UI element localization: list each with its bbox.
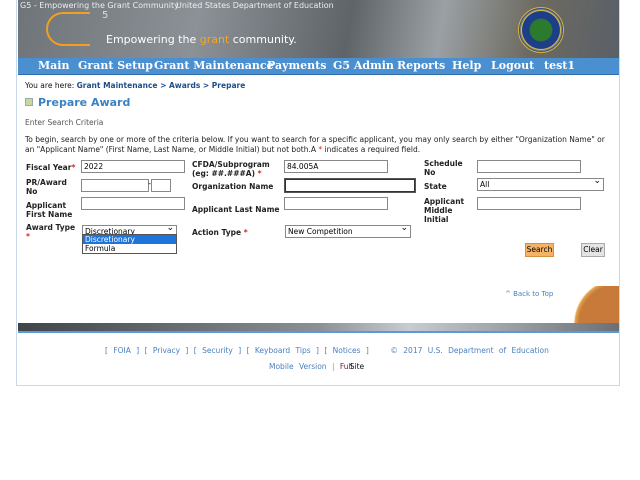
state-label: State [424,182,447,191]
mobile-version-link[interactable]: Mobile Version [269,362,327,371]
footer-link-foia[interactable]: FOIA [113,346,131,355]
nav-help[interactable]: Help [452,59,481,72]
fiscal-year-label: Fiscal Year* [26,163,75,172]
ed-logo-alt: United States Department of Education [176,1,334,10]
pr-award-label-2: No [26,187,38,196]
footer-link-security[interactable]: Security [202,346,233,355]
pr-award-suffix-input[interactable] [151,179,171,192]
nav-logout[interactable]: Logout [491,59,534,72]
g5-logo[interactable] [46,12,90,46]
middle-initial-input[interactable] [477,197,581,210]
cfda-label: CFDA/Subprogram (eg: ##.###A) * [192,160,270,178]
cfda-label-1: CFDA/Subprogram [192,160,270,169]
schedule-no-input[interactable] [477,160,581,173]
classroom-chairs-image [549,286,619,324]
footer-link-privacy[interactable]: Privacy [153,346,180,355]
footer-separator: | [331,362,335,371]
page-container: G5 - Empowering the Grant Community Unit… [16,0,620,386]
org-name-label: Organization Name [192,182,274,191]
tagline-accent: grant [199,33,230,46]
department-seal-icon[interactable] [518,7,564,53]
intro-a: To begin, search by one or more of the c… [25,135,605,154]
pr-award-input[interactable] [81,179,149,192]
section-title: Enter Search Criteria [25,118,104,127]
state-value: All [480,180,490,189]
intro-text: To begin, search by one or more of the c… [25,135,615,155]
first-name-label: Applicant First Name [26,201,72,219]
fiscal-year-input[interactable]: 2022 [81,160,185,173]
tagline-pre: Empowering the [106,33,200,46]
schedule-no-label-1: Schedule [424,159,463,168]
middle-initial-label-2: Middle [424,206,453,215]
required-star: * [71,163,76,172]
award-type-dropdown: Discretionary Formula [82,234,177,254]
award-type-option[interactable]: Discretionary [83,235,176,244]
nav-g5-admin[interactable]: G5 Admin [333,59,394,72]
required-star: * [243,228,248,237]
schedule-no-label: Schedule No [424,159,463,177]
breadcrumb: You are here: Grant Maintenance > Awards… [25,81,245,90]
nav-reports[interactable]: Reports [397,59,445,72]
last-name-input[interactable] [284,197,388,210]
footer-version: Mobile Version | FullSite [269,362,364,371]
nav-grant-maintenance[interactable]: Grant Maintenance [154,59,274,72]
footer-links: [ FOIA ] [ Privacy ] [ Security ] [ Keyb… [105,346,549,355]
cfda-input[interactable]: 84.005A [284,160,388,173]
cfda-label-2: (eg: ##.###A) [192,169,255,178]
main-nav: Main Grant Setup Grant Maintenance Payme… [18,58,619,75]
footer-link-notices[interactable]: Notices [333,346,361,355]
middle-initial-label: Applicant Middle Initial [424,197,464,224]
first-name-label-1: Applicant [26,201,67,210]
nav-grant-setup[interactable]: Grant Setup [78,59,153,72]
footer-link-keyboard-tips[interactable]: Keyboard Tips [255,346,311,355]
action-type-select[interactable]: New Competition [285,223,411,238]
fiscal-year-label-text: Fiscal Year [26,163,72,172]
footer-copyright: © 2017 U.S. Department of Education [390,346,549,355]
middle-initial-label-1: Applicant [424,197,465,206]
first-name-input[interactable] [81,197,185,210]
nav-main[interactable]: Main [38,59,69,72]
award-type-label-text: Award Type [26,223,76,232]
last-name-label: Applicant Last Name [192,205,280,214]
middle-initial-label-3: Initial [424,215,449,224]
award-type-label: Award Type * [26,223,75,241]
action-type-label: Action Type * [192,228,248,237]
tagline: Empowering the grant community. [106,33,297,46]
required-star: * [257,169,262,178]
full-site-site: Site [349,362,365,371]
page-title-text: Prepare Award [38,96,131,109]
clear-button[interactable]: Clear [581,243,605,257]
action-type-label-text: Action Type [192,228,242,237]
first-name-label-2: First Name [26,210,73,219]
intro-b: indicates a required field. [322,145,421,154]
page-title: Prepare Award [25,96,130,109]
search-button[interactable]: Search [525,243,554,257]
breadcrumb-prefix: You are here: [25,81,77,90]
schedule-no-label-2: No [424,168,436,177]
g5-logo-alt: G5 - Empowering the Grant Community [20,1,179,10]
org-name-input[interactable] [284,178,416,193]
action-type-value: New Competition [288,227,353,236]
footer-band [18,323,619,333]
award-type-option[interactable]: Formula [83,244,176,253]
tagline-post: community. [229,33,297,46]
pr-award-label: PR/Award No [26,178,67,196]
title-bullet-icon [25,98,33,106]
required-star: * [26,232,30,241]
breadcrumb-path[interactable]: Grant Maintenance > Awards > Prepare [77,81,246,90]
header-banner: G5 - Empowering the Grant Community Unit… [18,0,619,58]
back-to-top-link[interactable]: ^ Back to Top [505,290,553,298]
state-select[interactable]: All [477,176,604,191]
pr-award-label-1: PR/Award [26,178,67,187]
nav-payments[interactable]: Payments [267,59,326,72]
nav-user[interactable]: test1 [544,59,575,72]
g5-logo-sup: 5 [102,10,109,21]
